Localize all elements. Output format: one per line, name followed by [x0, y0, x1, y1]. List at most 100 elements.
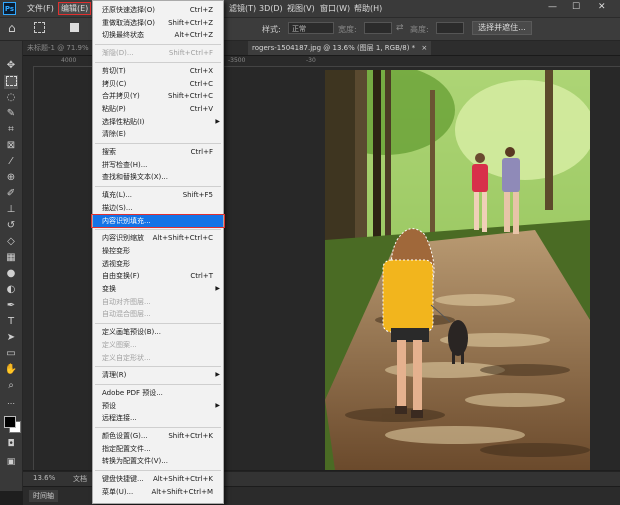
menu-separator: [95, 229, 221, 231]
tab-untitled[interactable]: 未标题-1 @ 71.9%: [23, 41, 93, 55]
menu-filter[interactable]: 滤镜(T): [227, 2, 258, 15]
screen-mode-icon[interactable]: ▣: [4, 455, 18, 469]
submenu-arrow-icon: ▶: [215, 285, 220, 292]
document-canvas-photo[interactable]: [325, 70, 590, 470]
tab-active-document[interactable]: rogers-1504187.jpg @ 13.6% (图层 1, RGB/8)…: [248, 41, 432, 55]
menu-item[interactable]: 键盘快捷键... Alt+Shift+Ctrl+K: [93, 473, 223, 485]
menu-item[interactable]: 操控变形: [93, 245, 223, 257]
menu-separator: [95, 186, 221, 188]
menu-item-label: 清理(R): [102, 371, 127, 380]
menu-item[interactable]: 菜单(U)... Alt+Shift+Ctrl+M: [93, 486, 223, 498]
stamp-icon[interactable]: ⊥: [4, 203, 18, 217]
history-brush-icon[interactable]: ↺: [4, 219, 18, 233]
menu-file[interactable]: 文件(F): [25, 2, 56, 15]
menu-item[interactable]: 搜索 Ctrl+F: [93, 146, 223, 158]
menu-item-label: 指定配置文件...: [102, 444, 151, 453]
menu-separator: [95, 143, 221, 144]
menu-item-label: 查找和替换文本(X)...: [102, 173, 168, 182]
brush-icon[interactable]: ✐: [4, 187, 18, 201]
healing-icon[interactable]: ⊕: [4, 171, 18, 185]
frame-icon[interactable]: ⊠: [4, 139, 18, 153]
quick-select-icon[interactable]: ✎: [4, 107, 18, 121]
menu-item[interactable]: 选择性粘贴(I) ▶: [93, 116, 223, 128]
menu-item[interactable]: 透视变形: [93, 258, 223, 270]
menu-item-shortcut: Ctrl+V: [189, 104, 213, 113]
menu-item[interactable]: 剪切(T) Ctrl+X: [93, 65, 223, 77]
select-and-mask-button[interactable]: 选择并遮住...: [472, 21, 532, 35]
hand-icon[interactable]: ✋: [4, 363, 18, 377]
menu-item[interactable]: 粘贴(P) Ctrl+V: [93, 103, 223, 115]
height-input[interactable]: [436, 22, 464, 34]
pen-icon[interactable]: ✒: [4, 299, 18, 313]
new-selection-icon[interactable]: [70, 23, 79, 32]
menu-item-label: 选择性粘贴(I): [102, 117, 145, 126]
doc-info: 文档: [73, 475, 87, 483]
menu-help[interactable]: 帮助(H): [352, 2, 384, 15]
zoom-level[interactable]: 13.6%: [33, 474, 55, 482]
menu-item[interactable]: 内容识别缩放 Alt+Shift+Ctrl+C: [93, 232, 223, 244]
menu-item[interactable]: 远程连接...: [93, 412, 223, 424]
menu-item[interactable]: 自由变换(F) Ctrl+T: [93, 270, 223, 282]
home-icon[interactable]: ⌂: [8, 21, 16, 35]
timeline-tab[interactable]: 时间轴: [29, 490, 58, 502]
menu-item-label: 合并拷贝(Y): [102, 92, 140, 101]
eraser-icon[interactable]: ◇: [4, 235, 18, 249]
foreground-color-swatch[interactable]: [4, 416, 16, 428]
menu-item[interactable]: 描边(S)...: [93, 202, 223, 214]
menu-item[interactable]: 转换为配置文件(V)...: [93, 455, 223, 467]
menu-item[interactable]: Adobe PDF 预设...: [93, 387, 223, 399]
menu-separator: [95, 383, 221, 385]
quick-mask-icon[interactable]: ◘: [4, 437, 18, 451]
menu-item[interactable]: 定义画笔预设(B)...: [93, 326, 223, 338]
menu-item[interactable]: 合并拷贝(Y) Shift+Ctrl+C: [93, 90, 223, 102]
gradient-icon[interactable]: ▦: [4, 251, 18, 265]
menu-edit[interactable]: 编辑(E): [58, 2, 92, 15]
blur-icon[interactable]: ●: [4, 267, 18, 281]
menu-item[interactable]: 拷贝(C) Ctrl+C: [93, 78, 223, 90]
menu-item[interactable]: 查找和替换文本(X)...: [93, 171, 223, 183]
menu-item[interactable]: 指定配置文件...: [93, 443, 223, 455]
style-label: 样式:: [262, 25, 281, 34]
crop-icon[interactable]: ⌗: [4, 123, 18, 137]
highlight-annotation-box: [91, 213, 225, 228]
menu-window[interactable]: 窗口(W): [318, 2, 352, 15]
swap-icon[interactable]: ⇄: [396, 23, 404, 33]
menu-item[interactable]: 清理(R) ▶: [93, 369, 223, 381]
marquee-icon[interactable]: [4, 75, 18, 89]
menu-item-shortcut: Shift+F5: [182, 191, 213, 200]
marquee-option-icon[interactable]: [34, 22, 45, 33]
menu-view[interactable]: 视图(V): [285, 2, 317, 15]
width-input[interactable]: [364, 22, 392, 34]
zoom-icon[interactable]: ⌕: [4, 379, 18, 393]
menu-item[interactable]: 拼写检查(H)...: [93, 159, 223, 171]
menu-item[interactable]: 颜色设置(G)... Shift+Ctrl+K: [93, 430, 223, 442]
path-select-icon[interactable]: ➤: [4, 331, 18, 345]
style-select[interactable]: 正常: [288, 22, 334, 34]
menu-item-label: 搜索: [102, 148, 116, 156]
maximize-icon[interactable]: ☐: [572, 2, 580, 14]
forest-path-image: [325, 70, 590, 470]
menu-item[interactable]: 还原快速选择(O) Ctrl+Z: [93, 4, 223, 16]
rectangle-icon[interactable]: ▭: [4, 347, 18, 361]
eyedropper-icon[interactable]: ⁄: [4, 155, 18, 169]
ruler-tick: -30: [306, 57, 316, 64]
menu-item[interactable]: 填充(L)... Shift+F5: [93, 189, 223, 201]
menu-item[interactable]: 预设 ▶: [93, 400, 223, 412]
menu-item[interactable]: 清除(E): [93, 128, 223, 140]
lasso-icon[interactable]: ◌: [4, 91, 18, 105]
menu-item[interactable]: 变换 ▶: [93, 283, 223, 295]
tab-close-icon[interactable]: ×: [421, 44, 427, 52]
menu-item[interactable]: 切换最终状态 Alt+Ctrl+Z: [93, 29, 223, 41]
close-window-icon[interactable]: ✕: [598, 2, 606, 14]
ruler-tick: -3500: [228, 57, 246, 64]
more-tools-icon[interactable]: ⋯: [4, 397, 18, 411]
minimize-icon[interactable]: —: [548, 2, 557, 14]
menu-item[interactable]: 重做取消选择(O) Shift+Ctrl+Z: [93, 17, 223, 29]
menu-3d[interactable]: 3D(D): [257, 2, 285, 15]
menu-item-label: 透视变形: [102, 259, 130, 268]
menu-separator: [95, 61, 221, 63]
dodge-icon[interactable]: ◐: [4, 283, 18, 297]
text-icon[interactable]: T: [4, 315, 18, 329]
menu-item-shortcut: Alt+Shift+Ctrl+C: [152, 234, 213, 243]
move-icon[interactable]: ✥: [4, 59, 18, 73]
